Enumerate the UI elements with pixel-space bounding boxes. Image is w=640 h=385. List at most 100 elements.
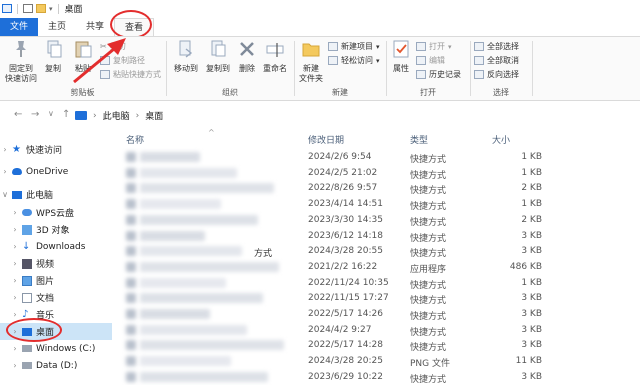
chevron-right-icon: › (13, 361, 17, 370)
column-headers: 名称 ^ 修改日期 类型 大小 (112, 128, 640, 147)
chevron-right-icon: › (13, 259, 17, 268)
table-row[interactable]: 2024/3/28 20:55 快捷方式 3 KB (112, 243, 640, 259)
paste-shortcut-button[interactable]: 粘贴快捷方式 (100, 69, 161, 80)
table-row[interactable]: 2024/2/6 9:54 快捷方式 1 KB (112, 149, 640, 165)
file-name-obscured (140, 167, 237, 178)
back-arrow-icon[interactable]: ← (14, 109, 22, 120)
explorer-icon (2, 4, 12, 13)
history-button[interactable]: 历史记录 (416, 69, 461, 80)
tab-file[interactable]: 文件 (0, 18, 38, 36)
sidebar-item-downloads[interactable]: › ↓ Downloads (0, 238, 112, 255)
chevron-down-icon: ▾ (376, 42, 380, 51)
table-row[interactable]: 2024/2/5 21:02 快捷方式 1 KB (112, 165, 640, 181)
sidebar-item-documents[interactable]: › 文档 (0, 289, 112, 306)
breadcrumb-this-pc[interactable]: 此电脑 (103, 109, 130, 122)
table-row[interactable]: 2023/4/14 14:51 快捷方式 1 KB (112, 196, 640, 212)
table-row[interactable]: 2022/5/17 14:28 快捷方式 3 KB (112, 337, 640, 353)
sidebar-item-pictures[interactable]: › 图片 (0, 272, 112, 289)
breadcrumb[interactable]: › 此电脑 › 桌面 (75, 106, 640, 125)
up-arrow-icon[interactable]: ↑ (62, 109, 70, 120)
easy-access-button[interactable]: 轻松访问 ▾ (328, 55, 380, 66)
forward-arrow-icon[interactable]: → (31, 109, 39, 120)
column-header-size[interactable]: 大小 (492, 133, 510, 146)
sidebar-item-onedrive[interactable]: › OneDrive (0, 163, 112, 180)
open-button[interactable]: 打开 ▾ (416, 41, 452, 52)
invert-selection-label: 反向选择 (487, 70, 519, 79)
sidebar-item-windows-c[interactable]: › Windows (C:) (0, 340, 112, 357)
sidebar-item-3d-objects[interactable]: › 3D 对象 (0, 221, 112, 238)
edit-button[interactable]: 编辑 (416, 55, 445, 66)
file-size: 1 KB (521, 167, 542, 178)
tab-home[interactable]: 主页 (38, 18, 76, 36)
rename-button[interactable]: 重命名 (260, 39, 290, 74)
chevron-down-icon[interactable]: ▾ (49, 5, 53, 13)
sidebar-item-wps-cloud[interactable]: › WPS云盘 (0, 204, 112, 221)
recent-locations-chevron-icon[interactable]: ∨ (48, 109, 54, 118)
table-row[interactable]: 2021/2/2 16:22 应用程序 486 KB (112, 259, 640, 275)
copy-button[interactable]: 复制 (40, 39, 66, 74)
sort-up-icon: ^ (208, 128, 215, 137)
table-row[interactable]: 2022/8/26 9:57 快捷方式 2 KB (112, 180, 640, 196)
copy-path-button[interactable]: 复制路径 (100, 55, 145, 66)
chevron-right-icon: › (13, 310, 17, 319)
copy-to-button[interactable]: 复制到 (202, 39, 234, 74)
table-row[interactable]: 2023/6/12 14:18 快捷方式 3 KB (112, 228, 640, 244)
sidebar-item-label: 视频 (36, 260, 55, 270)
table-row[interactable]: 2022/11/15 17:27 快捷方式 3 KB (112, 290, 640, 306)
sidebar-item-label: 3D 对象 (36, 226, 70, 236)
file-name-obscured (140, 293, 263, 304)
copy-path-label: 复制路径 (113, 56, 145, 65)
file-modified-date: 2023/6/12 14:18 (308, 230, 383, 241)
chevron-down-icon: ▾ (448, 42, 452, 51)
sidebar-item-label: 图片 (36, 277, 55, 287)
cut-button[interactable]: ✂ 剪切 (100, 41, 126, 52)
tab-share[interactable]: 共享 (76, 18, 114, 36)
table-row[interactable]: 2022/5/17 14:26 快捷方式 3 KB (112, 306, 640, 322)
sidebar-item-data-d[interactable]: › Data (D:) (0, 357, 112, 374)
file-type: 快捷方式 (410, 233, 447, 244)
column-header-name[interactable]: 名称 (126, 133, 144, 146)
file-name-obscured (140, 152, 200, 162)
sidebar-item-this-pc[interactable]: ∨ 此电脑 (0, 186, 112, 203)
delete-button[interactable]: 删除 (236, 39, 258, 74)
properties-label: 属性 (393, 64, 409, 73)
breadcrumb-desktop[interactable]: 桌面 (145, 109, 163, 122)
file-name-obscured (140, 356, 231, 367)
sidebar-item-quick-access[interactable]: › ★ 快速访问 (0, 141, 112, 158)
divider (166, 41, 167, 96)
chevron-right-icon: › (93, 110, 97, 121)
column-header-type[interactable]: 类型 (410, 133, 428, 146)
table-row[interactable]: 2023/6/29 10:22 快捷方式 3 KB (112, 369, 640, 385)
divider (386, 41, 387, 96)
pin-to-quick-access-button[interactable]: 固定到 快速访问 (3, 39, 39, 84)
paste-label: 粘贴 (75, 64, 91, 73)
file-modified-date: 2022/11/24 10:35 (308, 277, 389, 288)
file-size: 3 KB (521, 230, 542, 241)
paste-button[interactable]: 粘贴 (68, 39, 98, 74)
table-row[interactable]: 2023/3/30 14:35 快捷方式 2 KB (112, 212, 640, 228)
file-size: 1 KB (521, 199, 542, 210)
new-folder-icon[interactable] (36, 4, 46, 13)
table-row[interactable]: 2024/4/2 9:27 快捷方式 3 KB (112, 322, 640, 338)
column-header-modified[interactable]: 修改日期 (308, 133, 344, 146)
file-name-obscured (140, 214, 258, 225)
select-none-button[interactable]: 全部取消 (474, 55, 519, 66)
title-bar: ▾ 桌面 (0, 0, 640, 17)
sidebar-item-label: 此电脑 (26, 191, 54, 201)
chevron-right-icon: › (135, 110, 140, 121)
invert-selection-button[interactable]: 反向选择 (474, 69, 519, 80)
new-folder-button[interactable]: 新建 文件夹 (296, 39, 326, 84)
sidebar-item-videos[interactable]: › 视频 (0, 255, 112, 272)
properties-icon[interactable] (23, 4, 33, 13)
select-all-button[interactable]: 全部选择 (474, 41, 519, 52)
properties-button[interactable]: 属性 (388, 39, 414, 74)
file-icon (126, 277, 136, 288)
new-item-button[interactable]: 新建项目 ▾ (328, 41, 380, 52)
table-row[interactable]: 2024/3/28 20:25 PNG 文件 11 KB (112, 353, 640, 369)
move-to-label: 移动到 (174, 64, 198, 73)
select-group: 全部选择 全部取消 反向选择 选择 (472, 37, 530, 100)
highlight-circle-desktop (6, 318, 62, 342)
move-to-button[interactable]: 移动到 (170, 39, 202, 74)
table-row[interactable]: 2022/11/24 10:35 快捷方式 1 KB (112, 275, 640, 291)
scissors-icon: ✂ (100, 42, 107, 51)
